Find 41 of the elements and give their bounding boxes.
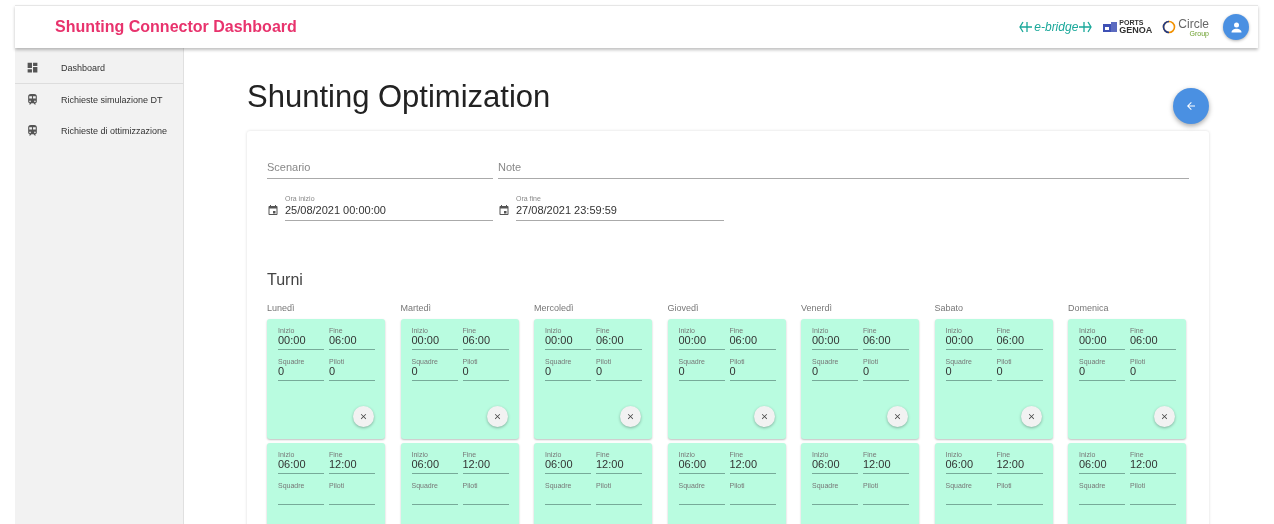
arrow-icon (1019, 21, 1034, 33)
nav-item[interactable]: Richieste di ottimizzazione (15, 115, 183, 146)
day-label: Giovedì (667, 303, 700, 313)
arrow-left-icon (1185, 99, 1197, 112)
page-title: Shunting Optimization (247, 77, 551, 115)
day-label: Mercoledì (534, 303, 575, 313)
close-icon (359, 412, 368, 421)
ring-icon (1162, 20, 1177, 34)
close-icon (626, 412, 635, 421)
calendar-icon (498, 204, 510, 216)
close-button[interactable] (1020, 406, 1042, 427)
dashboard-icon (26, 61, 39, 74)
day-label: Domenica (1068, 303, 1110, 313)
train-icon (26, 124, 39, 137)
arrow-icon (1079, 21, 1094, 33)
close-icon (759, 412, 769, 421)
close-button[interactable] (887, 406, 908, 427)
app-title: Shunting Connector Dashboard (55, 18, 298, 36)
day-label: Martedì (400, 303, 432, 313)
close-button[interactable] (753, 406, 775, 427)
note-field[interactable]: Note (498, 157, 1189, 179)
close-button[interactable] (620, 406, 641, 427)
train-icon (26, 93, 39, 106)
close-button[interactable] (1154, 406, 1175, 427)
close-icon (1160, 412, 1169, 421)
close-icon (492, 412, 502, 421)
back-button[interactable] (1173, 87, 1209, 124)
close-icon (1026, 412, 1036, 421)
day-label: Venerdì (801, 303, 834, 313)
scenario-field[interactable]: Scenario (267, 157, 493, 179)
avatar-button[interactable] (1223, 14, 1249, 40)
building-icon (1103, 21, 1118, 33)
logo: e-bridge (1019, 20, 1094, 34)
close-button[interactable] (486, 406, 508, 427)
nav-item[interactable]: Richieste simulazione DT (15, 84, 183, 115)
day-label: Lunedì (267, 303, 296, 313)
section-title: Turni (267, 271, 304, 289)
close-button[interactable] (353, 406, 374, 427)
day-label: Sabato (934, 303, 965, 313)
close-icon (893, 412, 902, 421)
calendar-icon (267, 204, 279, 216)
